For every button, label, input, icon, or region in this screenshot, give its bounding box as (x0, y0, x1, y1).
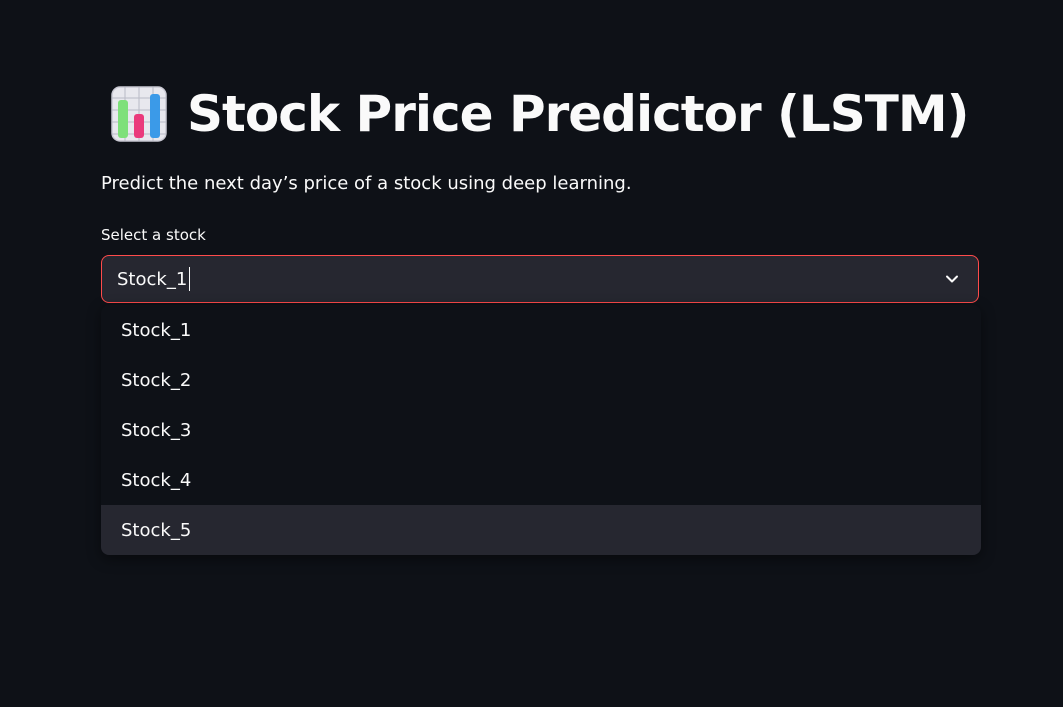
page-subtitle: Predict the next day’s price of a stock … (101, 173, 632, 194)
title-row: Stock Price Predictor (LSTM) (111, 84, 969, 144)
dropdown-option-stock-5[interactable]: Stock_5 (101, 505, 981, 555)
stock-select-dropdown: Stock_1 Stock_2 Stock_3 Stock_4 Stock_5 (101, 305, 981, 555)
chevron-down-icon[interactable] (942, 269, 962, 289)
dropdown-option-stock-1[interactable]: Stock_1 (101, 305, 981, 355)
text-caret (189, 267, 191, 291)
stock-select-input[interactable]: Stock_1 (101, 255, 979, 303)
stock-select-value-wrap[interactable]: Stock_1 (102, 267, 942, 291)
dropdown-option-stock-2[interactable]: Stock_2 (101, 355, 981, 405)
app-root: Stock Price Predictor (LSTM) Predict the… (0, 0, 1063, 707)
bar-chart-icon (111, 86, 167, 142)
dropdown-option-stock-4[interactable]: Stock_4 (101, 455, 981, 505)
stock-select-label: Select a stock (101, 226, 206, 244)
stock-select-value: Stock_1 (117, 268, 188, 290)
page-title: Stock Price Predictor (LSTM) (187, 85, 969, 143)
dropdown-option-stock-3[interactable]: Stock_3 (101, 405, 981, 455)
